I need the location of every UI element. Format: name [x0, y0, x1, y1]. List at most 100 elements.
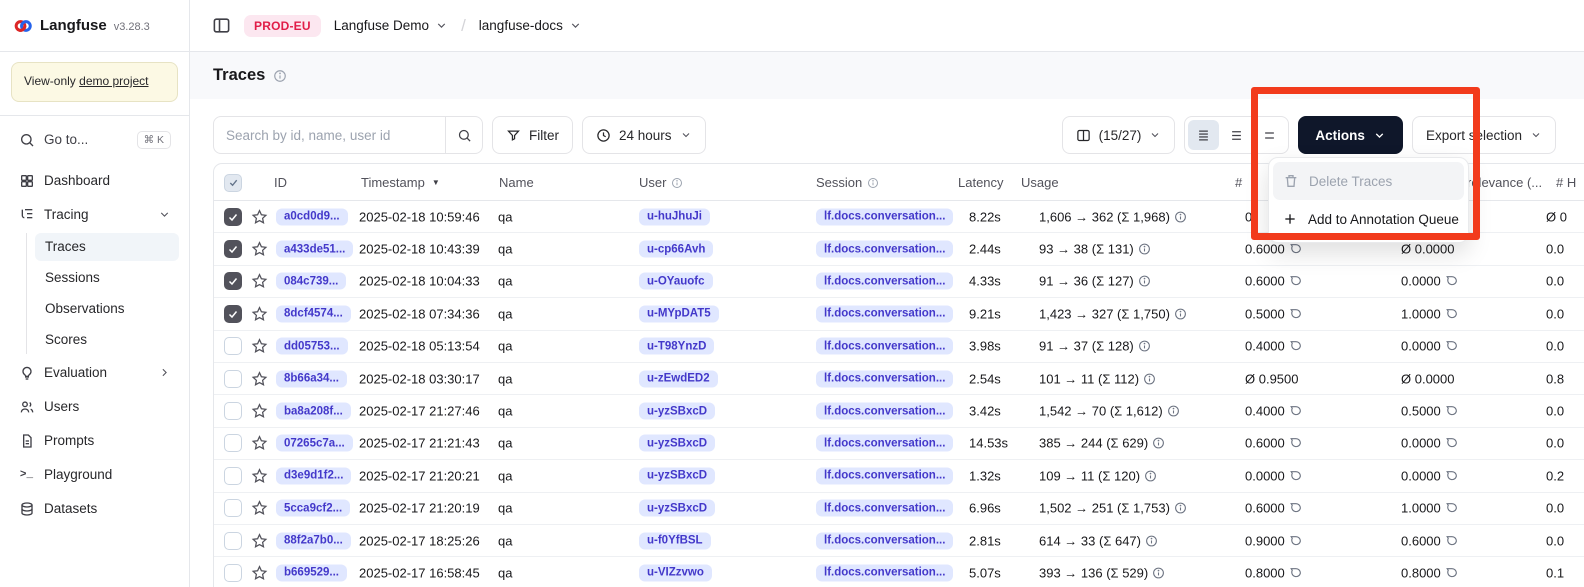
info-icon[interactable]	[1138, 275, 1151, 288]
table-row[interactable]: 5cca9cf2...2025-02-17 21:20:19qau-yzSBxc…	[214, 493, 1584, 525]
user-id-badge[interactable]: u-VIZzvwo	[639, 564, 712, 581]
star-icon[interactable]	[251, 467, 268, 484]
table-row[interactable]: 084c739...2025-02-18 10:04:33qau-OYauofc…	[214, 266, 1584, 298]
comment-icon[interactable]	[1289, 307, 1302, 320]
goto-search[interactable]: Go to... ⌘ K	[10, 126, 179, 154]
time-range-button[interactable]: 24 hours	[582, 116, 706, 154]
table-row[interactable]: 8dcf4574...2025-02-18 07:34:36qau-MYpDAT…	[214, 298, 1584, 330]
environment-badge[interactable]: PROD-EU	[244, 15, 321, 37]
sidebar-item-users[interactable]: Users	[10, 392, 179, 422]
actions-button[interactable]: Actions	[1298, 116, 1403, 154]
table-row[interactable]: d3e9d1f2...2025-02-17 21:20:21qau-yzSBxc…	[214, 460, 1584, 492]
trace-id-badge[interactable]: 07265c7a...	[276, 435, 353, 452]
select-all-checkbox[interactable]	[224, 174, 242, 192]
table-row[interactable]: 07265c7a...2025-02-17 21:21:43qau-yzSBxc…	[214, 428, 1584, 460]
session-id-badge[interactable]: lf.docs.conversation...	[816, 532, 953, 549]
filter-button[interactable]: Filter	[492, 116, 573, 154]
session-id-badge[interactable]: lf.docs.conversation...	[816, 338, 953, 355]
info-icon[interactable]	[1174, 307, 1187, 320]
info-icon[interactable]	[1138, 340, 1151, 353]
sidebar-item-traces[interactable]: Traces	[35, 233, 179, 261]
header-count-fragment[interactable]: # H	[1556, 164, 1576, 201]
info-icon[interactable]	[1143, 372, 1156, 385]
trace-id-badge[interactable]: 084c739...	[276, 273, 346, 290]
comment-icon[interactable]	[1289, 243, 1302, 256]
user-id-badge[interactable]: u-OYauofc	[639, 273, 713, 290]
comment-icon[interactable]	[1289, 340, 1302, 353]
row-checkbox[interactable]	[224, 208, 242, 226]
trace-id-badge[interactable]: a0cd0d9...	[276, 208, 348, 225]
star-icon[interactable]	[251, 273, 268, 290]
header-latency[interactable]: Latency	[958, 164, 1004, 201]
info-icon[interactable]	[1138, 243, 1151, 256]
row-height-large-button[interactable]	[1254, 120, 1285, 150]
sidebar-item-prompts[interactable]: Prompts	[10, 426, 179, 456]
row-checkbox[interactable]	[224, 499, 242, 517]
user-id-badge[interactable]: u-MYpDAT5	[639, 305, 719, 322]
session-id-badge[interactable]: lf.docs.conversation...	[816, 241, 953, 258]
row-checkbox[interactable]	[224, 272, 242, 290]
row-checkbox[interactable]	[224, 467, 242, 485]
comment-icon[interactable]	[1445, 437, 1458, 450]
trace-id-badge[interactable]: 8dcf4574...	[276, 305, 351, 322]
trace-id-badge[interactable]: 88f2a7b0...	[276, 532, 351, 549]
comment-icon[interactable]	[1445, 340, 1458, 353]
header-usage[interactable]: Usage	[1021, 164, 1059, 201]
session-id-badge[interactable]: lf.docs.conversation...	[816, 564, 953, 581]
sidebar-item-datasets[interactable]: Datasets	[10, 494, 179, 524]
session-id-badge[interactable]: lf.docs.conversation...	[816, 273, 953, 290]
sidebar-item-observations[interactable]: Observations	[35, 295, 179, 323]
star-icon[interactable]	[251, 435, 268, 452]
header-user[interactable]: User	[639, 164, 683, 201]
project-switcher[interactable]: langfuse-docs	[479, 18, 582, 33]
star-icon[interactable]	[251, 500, 268, 517]
trace-id-badge[interactable]: d3e9d1f2...	[276, 467, 351, 484]
header-timestamp[interactable]: Timestamp▼	[361, 164, 440, 201]
comment-icon[interactable]	[1445, 534, 1458, 547]
row-checkbox[interactable]	[224, 402, 242, 420]
user-id-badge[interactable]: u-yzSBxcD	[639, 500, 715, 517]
info-icon[interactable]	[273, 69, 287, 83]
comment-icon[interactable]	[1445, 405, 1458, 418]
info-icon[interactable]	[1144, 469, 1157, 482]
org-switcher[interactable]: Langfuse Demo	[334, 18, 448, 33]
sidebar-toggle-icon[interactable]	[212, 16, 231, 35]
demo-project-link[interactable]: demo project	[79, 74, 148, 88]
trace-id-badge[interactable]: b669529...	[276, 564, 347, 581]
user-id-badge[interactable]: u-T98YnzD	[639, 338, 714, 355]
session-id-badge[interactable]: lf.docs.conversation...	[816, 208, 953, 225]
user-id-badge[interactable]: u-cp66Avh	[639, 241, 713, 258]
row-height-medium-button[interactable]	[1221, 120, 1252, 150]
search-input[interactable]	[214, 128, 445, 143]
table-row[interactable]: ba8a208f...2025-02-17 21:27:46qau-yzSBxc…	[214, 395, 1584, 427]
sidebar-item-tracing[interactable]: Tracing	[10, 200, 179, 230]
user-id-badge[interactable]: u-yzSBxcD	[639, 435, 715, 452]
comment-icon[interactable]	[1445, 502, 1458, 515]
star-icon[interactable]	[251, 532, 268, 549]
table-row[interactable]: 8b66a34...2025-02-18 03:30:17qau-zEwdED2…	[214, 363, 1584, 395]
user-id-badge[interactable]: u-f0YfBSL	[639, 532, 711, 549]
info-icon[interactable]	[1145, 534, 1158, 547]
header-session[interactable]: Session	[816, 164, 879, 201]
table-row[interactable]: b669529...2025-02-17 16:58:45qau-VIZzvwo…	[214, 557, 1584, 587]
header-name[interactable]: Name	[499, 164, 534, 201]
trace-id-badge[interactable]: a433de51...	[276, 241, 353, 258]
row-checkbox[interactable]	[224, 532, 242, 550]
header-id[interactable]: ID	[274, 164, 287, 201]
trace-id-badge[interactable]: 5cca9cf2...	[276, 500, 350, 517]
sidebar-item-playground[interactable]: >_Playground	[10, 460, 179, 490]
comment-icon[interactable]	[1445, 307, 1458, 320]
info-icon[interactable]	[1174, 502, 1187, 515]
comment-icon[interactable]	[1445, 275, 1458, 288]
sidebar-item-evaluation[interactable]: Evaluation	[10, 358, 179, 388]
session-id-badge[interactable]: lf.docs.conversation...	[816, 370, 953, 387]
export-selection-button[interactable]: Export selection	[1412, 116, 1556, 154]
menu-item-add-to-annotation-queue[interactable]: Add to Annotation Queue	[1273, 200, 1464, 238]
row-checkbox[interactable]	[224, 240, 242, 258]
info-icon[interactable]	[1152, 566, 1165, 579]
row-checkbox[interactable]	[224, 305, 242, 323]
table-row[interactable]: 88f2a7b0...2025-02-17 18:25:26qau-f0YfBS…	[214, 525, 1584, 557]
row-checkbox[interactable]	[224, 370, 242, 388]
star-icon[interactable]	[251, 338, 268, 355]
table-row[interactable]: dd05753...2025-02-18 05:13:54qau-T98YnzD…	[214, 331, 1584, 363]
